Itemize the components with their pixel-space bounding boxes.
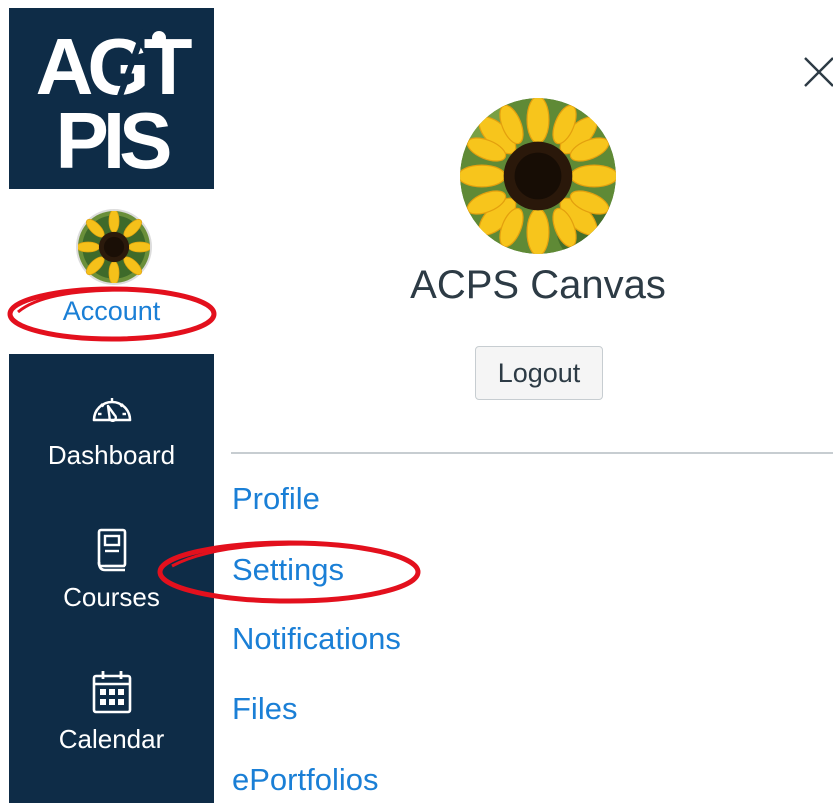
nav-account-label[interactable]: Account: [9, 295, 214, 327]
tray-link-eportfolios[interactable]: ePortfolios: [232, 762, 378, 798]
logo-text-bottom: PIS: [56, 96, 171, 185]
book-icon: [97, 528, 126, 572]
tray-link-settings[interactable]: Settings: [232, 552, 344, 588]
tray-link-files[interactable]: Files: [232, 691, 297, 727]
tray-link-profile[interactable]: Profile: [232, 481, 320, 517]
tray-divider: [231, 452, 833, 454]
nav-item-courses[interactable]: Courses: [9, 526, 214, 612]
global-nav: Dashboard Courses Calendar: [9, 354, 214, 803]
sunflower-avatar-icon: [78, 211, 150, 283]
nav-account[interactable]: Account: [9, 189, 214, 354]
canvas-page: AGT PIS Account Dashboard Courses Calend…: [0, 0, 833, 803]
nav-item-dashboard[interactable]: Dashboard: [9, 384, 214, 470]
speedometer-icon: [92, 398, 131, 422]
nav-item-calendar[interactable]: Calendar: [9, 668, 214, 754]
sunflower-avatar-icon: [460, 98, 616, 254]
nav-item-label: Courses: [63, 582, 160, 612]
nav-item-label: Dashboard: [47, 440, 176, 470]
tray-link-notifications[interactable]: Notifications: [232, 621, 401, 657]
user-name: ACPS Canvas: [410, 263, 666, 307]
account-avatar[interactable]: [76, 209, 152, 285]
nav-item-label: Calendar: [58, 724, 165, 754]
logout-button[interactable]: Logout: [475, 346, 603, 400]
calendar-icon: [92, 671, 131, 714]
close-icon[interactable]: [797, 50, 833, 94]
tray-avatar: [460, 98, 616, 254]
institution-logo[interactable]: AGT PIS: [9, 8, 214, 189]
logo-graphic: AGT PIS: [36, 22, 199, 185]
